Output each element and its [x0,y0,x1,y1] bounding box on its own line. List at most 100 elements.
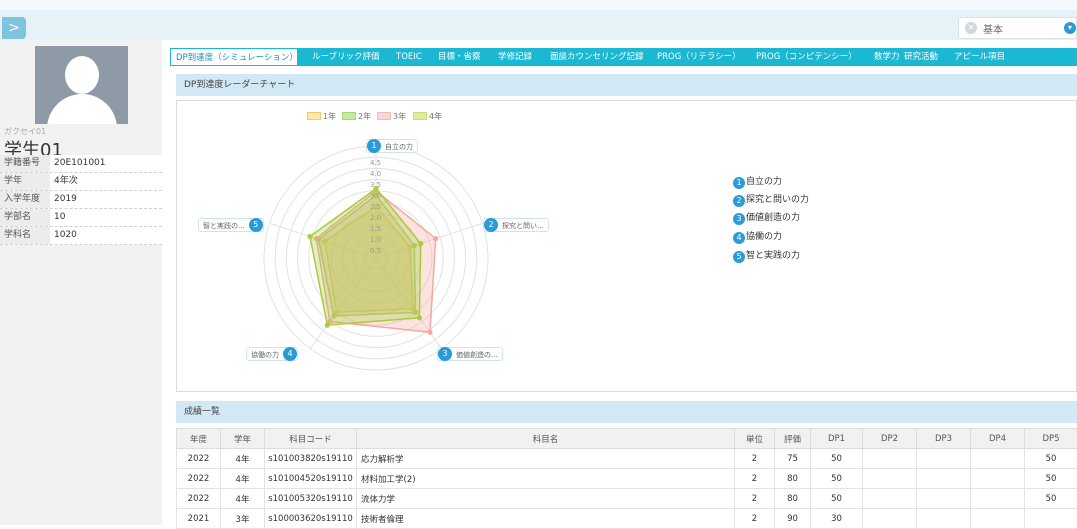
table-cell [917,469,971,489]
axis-number-badge: 1 [367,139,381,153]
table-cell: 50 [1025,469,1077,489]
table-cell: 50 [1025,449,1077,469]
column-header[interactable]: DP4 [971,429,1025,449]
axis-legend-item: 2探究と問いの力 [733,194,809,207]
axis-number-badge: 5 [733,251,745,263]
tick-label: 3.0 [370,192,381,200]
table-cell: 2 [735,489,775,509]
column-header[interactable]: 学年 [221,429,265,449]
table-row[interactable]: 20224年s101004520s19110材料加工学(2)2805050 [177,469,1077,489]
table-cell [863,509,917,529]
axis-legend-item: 3価値創造の力 [733,212,800,225]
axis-label: 3 価値創造の... [437,347,503,361]
axis-legend-text: 協働の力 [746,232,782,242]
axis-number-badge: 2 [733,195,745,207]
tick-label: 1.5 [370,225,381,233]
tick-label: 3.5 [370,181,381,189]
axis-label-text: 智と実践の... [203,222,245,230]
table-cell: s101005320s19110 [265,489,357,509]
table-cell: 90 [775,509,811,529]
axis-label-text: 探究と問い... [502,222,544,230]
table-cell: s101004520s19110 [265,469,357,489]
table-cell: 2022 [177,489,221,509]
table-cell: 50 [811,469,863,489]
grades-table: 年度 学年 科目コード 科目名 単位 評価 DP1 DP2 DP3 DP4 DP… [176,428,1077,529]
column-header[interactable]: 科目コード [265,429,357,449]
grades-panel-title: 成績一覧 [176,401,1077,423]
table-cell: 80 [775,489,811,509]
axis-legend-item: 5智と実践の力 [733,250,800,263]
tick-label: 4.5 [370,159,381,167]
axis-label: 1 自立の力 [366,139,418,153]
table-cell [1025,509,1077,529]
axis-legend-text: 自立の力 [746,177,782,187]
axis-label-text: 価値創造の... [456,351,498,359]
tick-label: 0.5 [370,247,381,255]
table-cell: 30 [811,509,863,529]
column-header[interactable]: DP2 [863,429,917,449]
radar-data-point [307,234,312,239]
axis-legend-text: 価値創造の力 [746,213,800,223]
table-cell: 3年 [221,509,265,529]
table-cell: 2 [735,509,775,529]
table-cell [917,509,971,529]
table-cell: 4年 [221,449,265,469]
axis-legend-item: 4協働の力 [733,231,782,244]
axis-number-badge: 4 [283,347,297,361]
radar-data-point [433,236,438,241]
table-cell [971,509,1025,529]
column-header[interactable]: 評価 [775,429,811,449]
tick-label: 2.5 [370,203,381,211]
table-cell [917,449,971,469]
table-cell: s101003820s19110 [265,449,357,469]
axis-number-badge: 4 [733,232,745,244]
column-header[interactable]: 単位 [735,429,775,449]
table-cell [863,489,917,509]
table-cell [971,469,1025,489]
table-cell: 2 [735,469,775,489]
column-header[interactable]: DP5 [1025,429,1077,449]
table-cell: 50 [811,489,863,509]
column-header[interactable]: 科目名 [357,429,735,449]
axis-number-badge: 3 [438,347,452,361]
radar-data-point [418,241,423,246]
axis-number-badge: 2 [484,218,498,232]
table-header-row: 年度 学年 科目コード 科目名 単位 評価 DP1 DP2 DP3 DP4 DP… [177,429,1077,449]
table-cell [971,489,1025,509]
table-cell: s100003620s19110 [265,509,357,529]
table-cell: 2021 [177,509,221,529]
table-cell: 75 [775,449,811,469]
axis-legend-text: 探究と問いの力 [746,195,809,205]
tick-label: 1.0 [370,236,381,244]
axis-legend-text: 智と実践の力 [746,251,800,261]
table-cell: 50 [1025,489,1077,509]
table-cell [971,449,1025,469]
axis-number-badge: 3 [733,213,745,225]
table-row[interactable]: 20224年s101003820s19110応力解析学2755050 [177,449,1077,469]
radar-data-point [417,315,422,320]
table-cell: 応力解析学 [357,449,735,469]
axis-legend-item: 1自立の力 [733,176,782,189]
table-cell: 材料加工学(2) [357,469,735,489]
tick-label: 4.0 [370,170,381,178]
table-cell [917,489,971,509]
column-header[interactable]: DP1 [811,429,863,449]
table-cell: 流体力学 [357,489,735,509]
axis-label: 智と実践の...5 [198,218,264,232]
table-cell: 80 [775,469,811,489]
table-cell: 4年 [221,469,265,489]
radar-data-point [325,323,330,328]
table-row[interactable]: 20213年s100003620s19110技術者倫理29030 [177,509,1077,529]
axis-label: 2 探究と問い... [483,218,549,232]
axis-number-badge: 1 [733,177,745,189]
radar-data-point [427,330,432,335]
table-cell: 技術者倫理 [357,509,735,529]
table-cell [863,469,917,489]
tick-label: 2.0 [370,214,381,222]
column-header[interactable]: DP3 [917,429,971,449]
column-header[interactable]: 年度 [177,429,221,449]
table-cell [863,449,917,469]
table-row[interactable]: 20224年s101005320s19110流体力学2805050 [177,489,1077,509]
axis-label-text: 協働の力 [251,351,279,359]
axis-label-text: 自立の力 [385,143,413,151]
